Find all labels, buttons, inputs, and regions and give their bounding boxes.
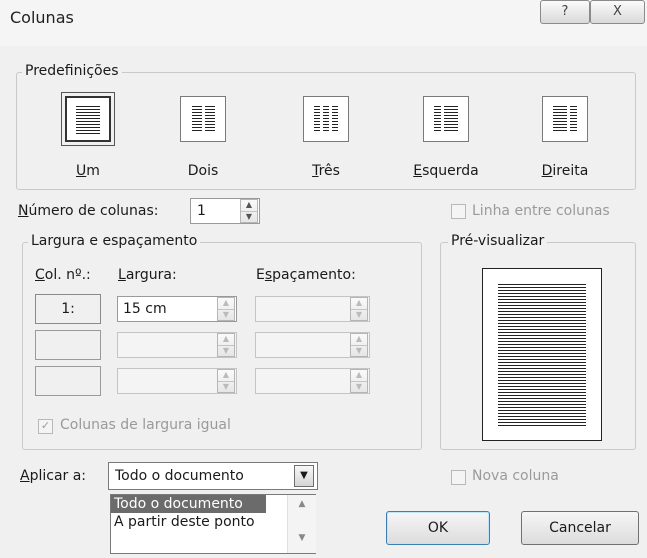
preset-one-column[interactable] — [65, 96, 111, 142]
equal-width-checkbox[interactable]: ✓ — [38, 419, 53, 434]
apply-to-options: Todo o documento A partir deste ponto ▲ … — [110, 494, 316, 554]
preset-left[interactable] — [423, 96, 469, 142]
spacing-spinner[interactable]: ▲ ▼ — [350, 297, 368, 321]
new-column-checkbox[interactable] — [451, 470, 466, 485]
three-columns-icon-right — [332, 106, 338, 132]
spin-up-icon[interactable]: ▲ — [241, 200, 257, 211]
num-columns-value: 1 — [197, 203, 206, 219]
preset-right-label: Direita — [541, 163, 589, 179]
num-columns-label: Número de colunas: — [18, 203, 159, 219]
width-header: Largura: — [118, 267, 177, 283]
spin-up-icon[interactable]: ▲ — [218, 334, 234, 345]
one-column-icon — [76, 106, 100, 134]
spacing-spinner[interactable]: ▲ ▼ — [350, 369, 368, 393]
preset-left-label: Esquerda — [413, 163, 479, 179]
spacing-header: Espaçamento: — [256, 267, 356, 283]
width-value: 15 cm — [123, 301, 167, 317]
spin-up-icon[interactable]: ▲ — [351, 334, 367, 345]
right-column-icon-right — [570, 106, 577, 132]
preview-label: Pré-visualizar — [448, 233, 548, 249]
spin-up-icon[interactable]: ▲ — [218, 298, 234, 309]
three-columns-icon — [314, 106, 320, 132]
check-icon: ✓ — [40, 419, 51, 432]
preset-three-label: Três — [312, 163, 340, 179]
spin-up-icon[interactable]: ▲ — [351, 370, 367, 381]
spin-down-icon[interactable]: ▼ — [218, 345, 234, 356]
new-column-label: Nova coluna — [472, 468, 559, 484]
close-icon: X — [613, 4, 622, 19]
two-columns-icon-right — [205, 106, 215, 132]
left-column-icon — [434, 106, 441, 132]
two-columns-icon — [192, 106, 202, 132]
cancel-button[interactable]: Cancelar — [521, 511, 639, 545]
help-icon: ? — [561, 4, 569, 19]
preset-three-columns[interactable] — [303, 96, 349, 142]
preset-two-columns[interactable] — [180, 96, 226, 142]
spin-down-icon[interactable]: ▼ — [351, 381, 367, 392]
spin-up-icon[interactable]: ▲ — [351, 298, 367, 309]
spin-down-icon[interactable]: ▼ — [351, 309, 367, 320]
apply-option-whole-document[interactable]: Todo o documento — [111, 495, 266, 513]
width-spacing-label: Largura e espaçamento — [28, 233, 201, 249]
spin-down-icon[interactable]: ▼ — [218, 381, 234, 392]
spin-down-icon[interactable]: ▼ — [218, 309, 234, 320]
spin-up-icon[interactable]: ▲ — [218, 370, 234, 381]
preview-text-lines — [498, 284, 586, 427]
ok-button[interactable]: OK — [386, 511, 490, 545]
width-spinner[interactable]: ▲ ▼ — [217, 333, 235, 357]
preset-two-label: Dois — [187, 163, 219, 179]
spin-down-icon[interactable]: ▼ — [241, 211, 257, 222]
width-spinner[interactable]: ▲ ▼ — [217, 297, 235, 321]
scroll-up-icon[interactable]: ▲ — [288, 499, 316, 509]
help-button[interactable]: ? — [540, 0, 590, 24]
col-number-header: Col. nº.: — [35, 267, 91, 283]
preset-right[interactable] — [542, 96, 588, 142]
equal-width-label: Colunas de largura igual — [60, 417, 231, 433]
window-title: Colunas — [10, 8, 74, 27]
left-column-icon-right — [444, 106, 458, 132]
width-spinner[interactable]: ▲ ▼ — [217, 369, 235, 393]
dropdown-arrow-icon[interactable]: ▼ — [294, 465, 314, 487]
col-number-cell — [35, 330, 101, 360]
preview-page — [482, 268, 602, 441]
apply-to-label: Aplicar a: — [20, 468, 87, 484]
apply-to-value: Todo o documento — [115, 468, 244, 484]
scroll-down-icon[interactable]: ▼ — [288, 533, 316, 543]
col-number-cell — [35, 366, 101, 396]
spin-down-icon[interactable]: ▼ — [351, 345, 367, 356]
line-between-checkbox[interactable] — [451, 204, 466, 219]
num-columns-spinner[interactable]: ▲ ▼ — [240, 199, 258, 223]
close-button[interactable]: X — [590, 0, 645, 24]
presets-group-label: Predefinições — [22, 63, 122, 79]
spacing-spinner[interactable]: ▲ ▼ — [350, 333, 368, 357]
apply-option-from-here[interactable]: A partir deste ponto — [111, 513, 315, 531]
preset-one-label: Um — [76, 163, 100, 179]
options-scrollbar[interactable]: ▲ ▼ — [287, 495, 316, 553]
line-between-label: Linha entre colunas — [472, 203, 610, 219]
right-column-icon — [553, 106, 567, 132]
three-columns-icon-mid — [323, 106, 329, 132]
apply-to-select[interactable]: Todo o documento — [108, 462, 318, 490]
col-number-cell: 1: — [35, 294, 101, 324]
